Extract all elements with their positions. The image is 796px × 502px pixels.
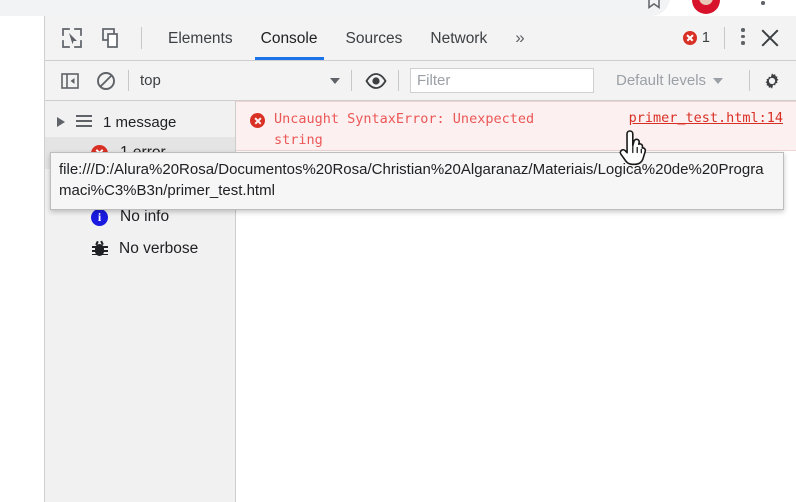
filterbar-divider-1 (128, 70, 129, 91)
expand-triangle-icon[interactable] (57, 117, 65, 127)
console-error-text: Uncaught SyntaxError: Unexpected string (274, 111, 535, 148)
devtools-window: Elements Console Sources Network » 1 top… (44, 16, 796, 502)
devtools-tabbar: Elements Console Sources Network » 1 (45, 16, 796, 61)
message-list-icon (76, 114, 92, 130)
log-levels-dropdown[interactable]: Default levels (616, 72, 724, 89)
info-circle-icon: i (91, 208, 108, 226)
filterbar-divider-3 (398, 70, 399, 91)
log-levels-label: Default levels (616, 72, 707, 89)
verbose-bug-icon (91, 240, 108, 257)
device-toolbar-icon[interactable] (99, 25, 125, 51)
error-circle-icon (682, 31, 697, 45)
filterbar-divider-4 (749, 70, 750, 91)
chevron-down-icon (713, 77, 724, 84)
execution-context-value: top (140, 72, 161, 89)
tab-elements[interactable]: Elements (154, 16, 247, 60)
settings-gear-icon[interactable] (761, 70, 783, 92)
browser-kebab-menu-icon[interactable] (761, 0, 765, 8)
source-link-tooltip: file:///D:/Alura%20Rosa/Documentos%20Ros… (50, 152, 784, 210)
close-icon[interactable] (759, 27, 781, 49)
tab-console[interactable]: Console (247, 16, 332, 60)
live-expression-eye-icon[interactable] (365, 70, 387, 92)
filter-input[interactable]: Filter (410, 68, 594, 93)
screenshot-root: e%20Programación/primer_test.html (0, 0, 796, 502)
console-source-link[interactable]: primer_test.html:14 (629, 110, 783, 126)
profile-avatar[interactable] (692, 0, 720, 14)
inspect-element-icon[interactable] (59, 25, 85, 51)
sidebar-message-count-row[interactable]: 1 message (45, 107, 235, 137)
sidebar-item-label: No verbose (119, 240, 199, 257)
chevron-down-icon (330, 77, 340, 84)
console-error-message-row[interactable]: Uncaught SyntaxError: Unexpected string … (236, 101, 796, 151)
execution-context-dropdown[interactable]: top (140, 72, 340, 89)
address-bar[interactable]: e%20Programación/primer_test.html (0, 0, 670, 16)
sidebar-message-count-label: 1 message (103, 113, 177, 131)
error-count-label: 1 (701, 30, 710, 46)
toolbar-divider (141, 27, 142, 49)
error-circle-icon (250, 113, 265, 128)
bookmark-star-icon[interactable] (646, 0, 662, 10)
avatar-face (699, 0, 713, 5)
browser-toolbar: e%20Programación/primer_test.html (0, 0, 796, 16)
sidebar-item-label: No info (120, 208, 170, 225)
toolbar-divider-2 (724, 27, 725, 49)
filterbar-divider-2 (351, 70, 352, 91)
sidebar-item-verbose[interactable]: No verbose (45, 233, 235, 265)
show-console-sidebar-icon[interactable] (59, 70, 81, 92)
console-filter-toolbar: top Filter Default levels (45, 61, 796, 101)
devtools-kebab-menu-icon[interactable] (741, 28, 745, 48)
more-tabs-icon[interactable]: » (501, 28, 538, 48)
tab-sources[interactable]: Sources (332, 16, 417, 60)
tab-network[interactable]: Network (416, 16, 501, 60)
clear-console-icon[interactable] (95, 70, 117, 92)
error-count-badge[interactable]: 1 (682, 30, 710, 46)
